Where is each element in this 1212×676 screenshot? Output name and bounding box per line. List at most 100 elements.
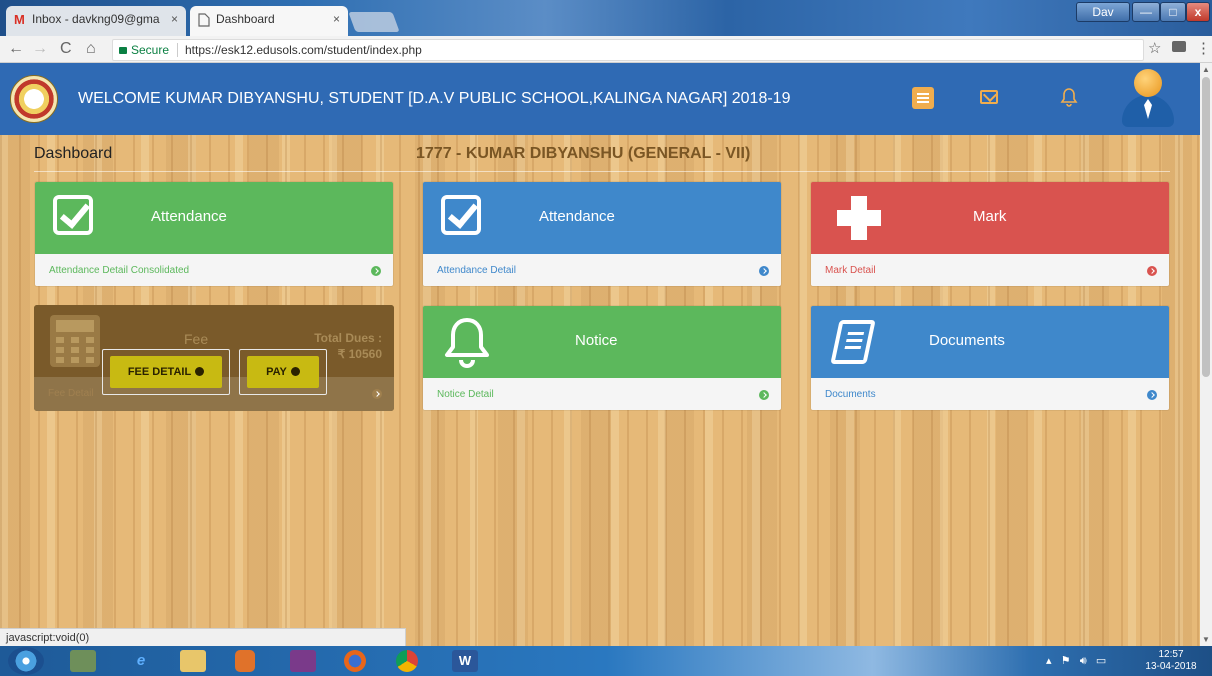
card-link-text: Attendance Detail Consolidated [49, 265, 190, 276]
bell-icon[interactable] [1058, 87, 1080, 109]
reload-icon[interactable]: C [60, 40, 72, 58]
page-viewport: WELCOME KUMAR DIBYANSHU, STUDENT [D.A.V … [0, 63, 1200, 646]
home-icon[interactable]: ⌂ [86, 40, 96, 58]
arrow-circle-icon [1147, 266, 1157, 276]
clock-date: 13-04-2018 [1145, 661, 1197, 672]
file-explorer-icon[interactable] [180, 650, 206, 672]
maximize-button[interactable]: □ [1160, 2, 1186, 22]
forward-icon[interactable]: → [32, 40, 48, 58]
dues-label: Total Dues : [314, 331, 382, 345]
arrow-circle-icon [1147, 390, 1157, 400]
attendance-consolidated-link[interactable]: Attendance Detail Consolidated [35, 254, 393, 286]
address-bar: ← → C ⌂ Secure https://esk12.edusols.com… [0, 36, 1212, 63]
fee-detail-button-label: FEE DETAIL [127, 366, 192, 378]
gmail-icon: M [14, 12, 25, 27]
attendance-consolidated-card[interactable]: Attendance Attendance Detail Consolidate… [34, 181, 394, 287]
attendance-detail-link[interactable]: Attendance Detail [423, 254, 781, 286]
documents-card[interactable]: Documents Documents [810, 305, 1170, 411]
notice-detail-link[interactable]: Notice Detail [423, 378, 781, 410]
card-header: Attendance [423, 182, 781, 254]
back-icon[interactable]: ← [8, 40, 24, 58]
doc-line [846, 339, 863, 342]
checkbox-icon [53, 195, 93, 235]
pay-button-frame: PAY [239, 349, 327, 395]
new-tab-button[interactable] [348, 12, 400, 32]
card-title: Notice [575, 332, 618, 349]
list-line [917, 97, 929, 99]
user-avatar[interactable] [1120, 67, 1176, 129]
book-icon [830, 320, 876, 364]
card-title: Mark [973, 208, 1007, 225]
tab-inbox[interactable]: M Inbox - davkng09@gma × [6, 6, 186, 36]
archive-icon[interactable] [290, 650, 316, 672]
pay-button[interactable]: PAY [247, 356, 319, 388]
tab-close-icon[interactable]: × [171, 12, 178, 26]
windows-taskbar: e W ▴ ⚑ 🔊︎ ▭ 12:57 13-04-2018 [0, 646, 1212, 676]
card-link-text: Notice Detail [437, 389, 494, 400]
card-header: Attendance [35, 182, 393, 254]
calc-key [71, 347, 79, 353]
card-link-text: Fee Detail [48, 388, 94, 399]
firefox-icon[interactable] [344, 650, 366, 672]
extension-icon[interactable] [1172, 41, 1186, 52]
bookmark-star-icon[interactable]: ☆ [1148, 39, 1161, 57]
card-title: Documents [929, 332, 1005, 349]
arrow-circle-icon [195, 367, 205, 376]
fee-card[interactable]: Fee Total Dues : ₹ 10560 Fee Detail FEE … [34, 305, 394, 411]
card-link-text: Documents [825, 389, 876, 400]
fee-detail-button[interactable]: FEE DETAIL [110, 356, 222, 388]
window-user-button[interactable]: Dav [1076, 2, 1130, 22]
card-title: Attendance [539, 208, 615, 225]
mark-card[interactable]: Mark Mark Detail [810, 181, 1170, 287]
card-title: Fee [184, 331, 209, 347]
page-icon [198, 13, 212, 27]
arrow-circle-icon [759, 266, 769, 276]
notice-card[interactable]: Notice Notice Detail [422, 305, 782, 411]
mail-icon[interactable] [980, 90, 998, 104]
student-info: 1777 - KUMAR DIBYANSHU (GENERAL - VII) [416, 145, 751, 162]
minimize-button[interactable]: — [1132, 2, 1160, 22]
documents-link[interactable]: Documents [811, 378, 1169, 410]
arrow-circle-icon [759, 390, 769, 400]
photos-icon[interactable] [70, 650, 96, 672]
tab-dashboard-title: Dashboard [216, 12, 275, 26]
scroll-up-icon[interactable]: ▲ [1202, 65, 1210, 74]
scroll-down-icon[interactable]: ▼ [1202, 635, 1210, 644]
secure-label: Secure [131, 43, 170, 57]
chrome-icon[interactable] [396, 650, 418, 672]
calc-key [56, 357, 64, 363]
close-window-button[interactable]: x [1186, 2, 1210, 22]
list-icon[interactable] [912, 87, 934, 109]
tab-dashboard[interactable]: Dashboard × [190, 6, 348, 36]
avatar-head [1134, 69, 1162, 97]
mark-detail-link[interactable]: Mark Detail [811, 254, 1169, 286]
url-field[interactable]: Secure https://esk12.edusols.com/student… [112, 39, 1144, 61]
tab-close-icon[interactable]: × [333, 12, 340, 26]
school-logo[interactable] [10, 75, 58, 123]
arrow-circle-icon [372, 389, 382, 399]
word-icon[interactable]: W [452, 650, 478, 672]
card-header: Notice [423, 306, 781, 378]
taskbar-clock[interactable]: 12:57 13-04-2018 [1138, 649, 1204, 673]
url-text: https://esk12.edusols.com/student/index.… [185, 43, 422, 57]
scrollbar-thumb[interactable] [1202, 77, 1210, 377]
calc-key [86, 357, 94, 363]
status-bar: javascript:void(0) [0, 628, 406, 646]
doc-line [844, 346, 862, 349]
start-button[interactable] [8, 647, 44, 675]
internet-explorer-icon[interactable]: e [128, 650, 154, 672]
bell-icon [443, 316, 491, 369]
lock-icon [119, 47, 127, 54]
browser-menu-icon[interactable]: ⋮ [1196, 39, 1211, 57]
secure-indicator[interactable]: Secure [119, 40, 169, 60]
card-header: Mark [811, 182, 1169, 254]
list-line [917, 93, 929, 95]
media-player-icon[interactable] [235, 650, 255, 672]
checkbox-icon [441, 195, 481, 235]
page-title: Dashboard [34, 145, 113, 162]
system-tray[interactable]: ▴ ⚑ 🔊︎ ▭ [1046, 654, 1106, 668]
vertical-scrollbar[interactable]: ▲ ▼ [1200, 63, 1212, 646]
attendance-card[interactable]: Attendance Attendance Detail [422, 181, 782, 287]
url-separator [177, 43, 178, 57]
calculator-icon [50, 315, 100, 367]
